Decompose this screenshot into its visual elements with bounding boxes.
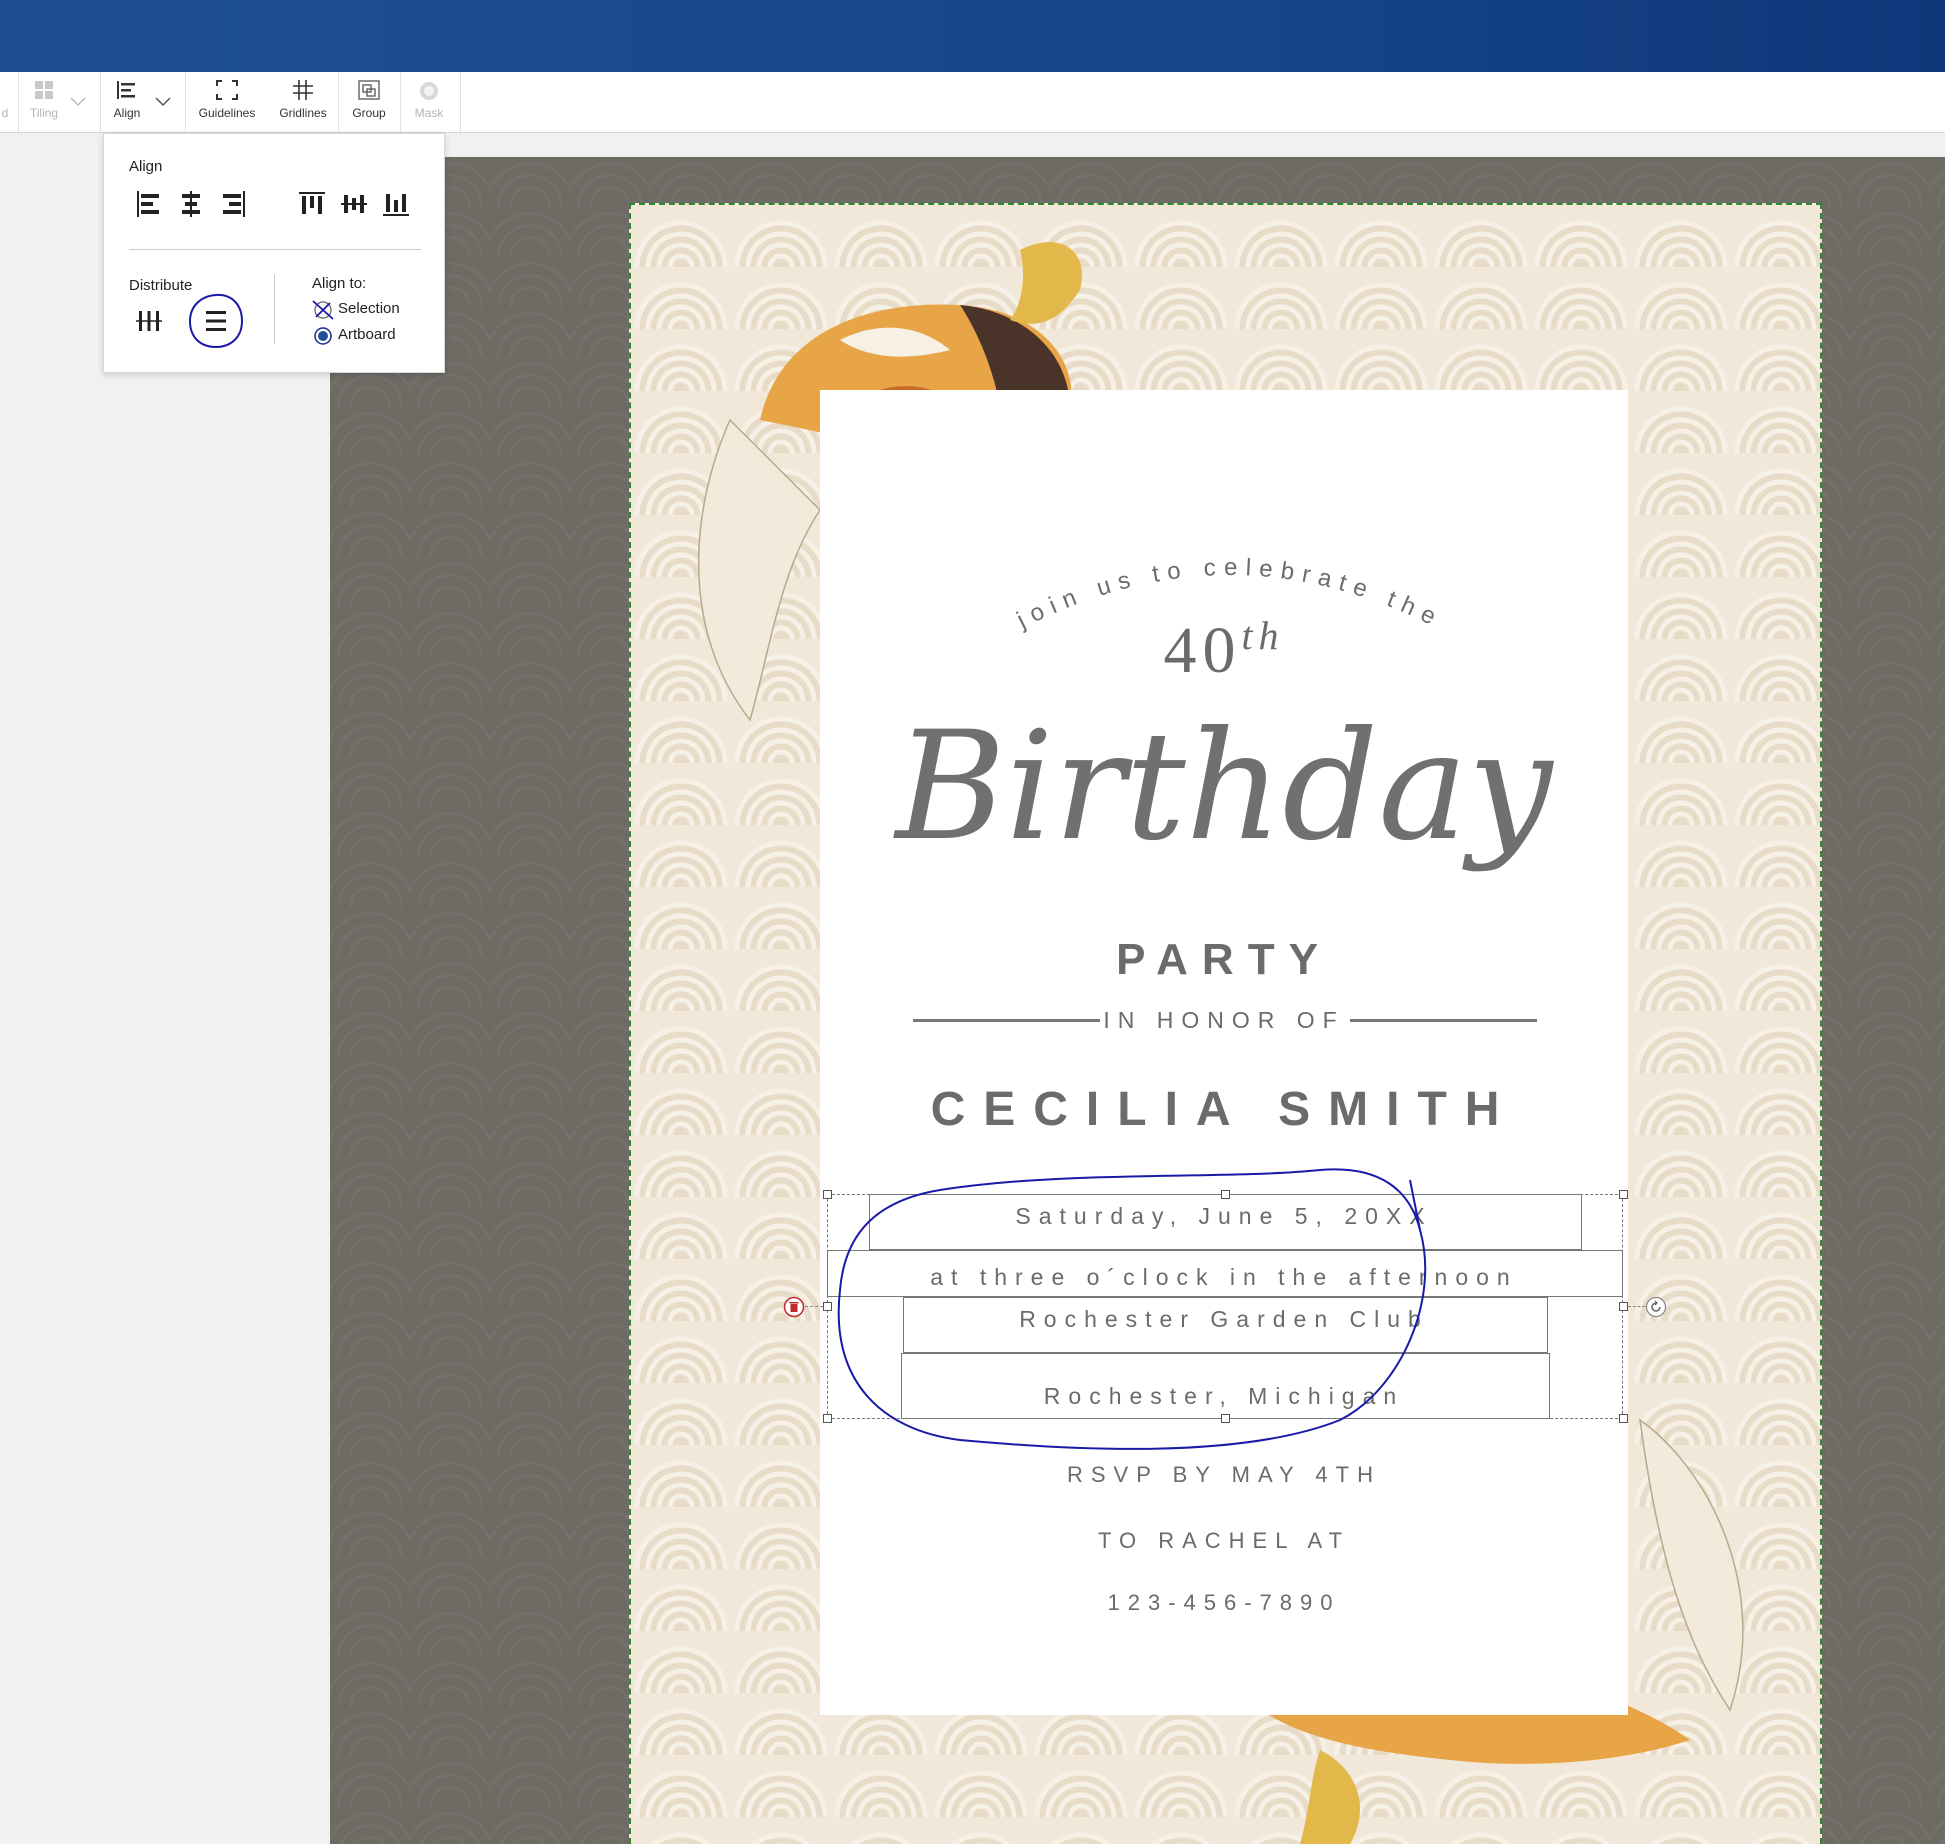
align-button[interactable]: Align <box>104 80 150 130</box>
distribute-horizontal-icon[interactable] <box>134 306 164 336</box>
annotation-circle-distribute <box>188 293 244 349</box>
distribute-heading: Distribute <box>129 277 193 294</box>
align-middle-icon[interactable] <box>339 189 369 219</box>
align-left-icon[interactable] <box>134 189 164 219</box>
toolbar-divider <box>18 72 19 132</box>
radio-artboard[interactable] <box>312 325 334 352</box>
toolbar-divider <box>400 72 401 132</box>
toolbar: d Tiling Align Guidelines Gridlines Grou… <box>0 72 1945 133</box>
tiling-icon <box>22 80 66 106</box>
resize-handle-bottom-right[interactable] <box>1619 1414 1628 1423</box>
app-title-bar <box>0 0 1945 72</box>
toolbar-item-partial: d <box>0 80 10 130</box>
group-label: Group <box>352 106 386 120</box>
toolbar-divider <box>100 72 101 132</box>
invitation-name[interactable]: CECILIA SMITH <box>820 1082 1628 1137</box>
align-right-icon[interactable] <box>218 189 248 219</box>
align-top-icon[interactable] <box>297 189 327 219</box>
gridlines-label: Gridlines <box>279 106 327 120</box>
guidelines-icon <box>190 80 264 106</box>
mask-label: Mask <box>414 106 444 120</box>
number-suffix: th <box>1241 613 1285 658</box>
align-icon <box>104 80 150 106</box>
radio-selection[interactable] <box>312 299 334 326</box>
mask-icon <box>404 80 454 106</box>
align-dropdown-panel: Align Distribute Align to: Selection Art… <box>103 133 445 373</box>
resize-handle-top-right[interactable] <box>1619 1190 1628 1199</box>
gridlines-icon <box>272 80 334 106</box>
align-center-icon[interactable] <box>176 189 206 219</box>
panel-divider-vertical <box>274 274 275 344</box>
delete-icon[interactable] <box>783 1296 805 1323</box>
invitation-to[interactable]: TO RACHEL AT <box>820 1528 1628 1554</box>
align-heading: Align <box>129 158 163 175</box>
mask-button[interactable]: Mask <box>404 80 454 130</box>
resize-handle-right[interactable] <box>1619 1302 1628 1311</box>
invitation-title-script[interactable]: Birthday <box>820 700 1628 874</box>
rotate-icon[interactable] <box>1645 1296 1667 1323</box>
radio-selection-label[interactable]: Selection <box>338 300 400 317</box>
tiling-label: Tiling <box>29 106 59 120</box>
workspace-margin <box>330 133 1945 157</box>
align-bottom-icon[interactable] <box>381 189 411 219</box>
group-button[interactable]: Group <box>344 80 394 130</box>
gridlines-button[interactable]: Gridlines <box>272 80 334 130</box>
tiling-chevron-down-icon[interactable] <box>70 94 86 112</box>
align-chevron-down-icon[interactable] <box>155 94 171 112</box>
guidelines-button[interactable]: Guidelines <box>190 80 264 130</box>
annotation-circle-selection <box>837 1168 1427 1450</box>
toolbar-partial-label: d <box>1 106 9 120</box>
align-to-heading: Align to: <box>312 275 367 292</box>
align-label: Align <box>113 106 141 120</box>
honor-line-right <box>1350 1019 1537 1022</box>
invitation-number[interactable]: 40th <box>820 612 1628 689</box>
toolbar-divider <box>460 72 461 132</box>
tiling-button[interactable]: Tiling <box>22 80 66 130</box>
guidelines-label: Guidelines <box>198 106 256 120</box>
toolbar-divider <box>338 72 339 132</box>
panel-divider <box>129 249 421 250</box>
invitation-rsvp[interactable]: RSVP BY MAY 4TH <box>820 1462 1628 1488</box>
invitation-phone[interactable]: 123-456-7890 <box>820 1590 1628 1616</box>
radio-artboard-label[interactable]: Artboard <box>338 326 396 343</box>
number-text: 40 <box>1163 614 1242 687</box>
invitation-party[interactable]: PARTY <box>820 935 1628 985</box>
group-icon <box>344 80 394 106</box>
toolbar-divider <box>185 72 186 132</box>
left-pane <box>0 133 330 1844</box>
